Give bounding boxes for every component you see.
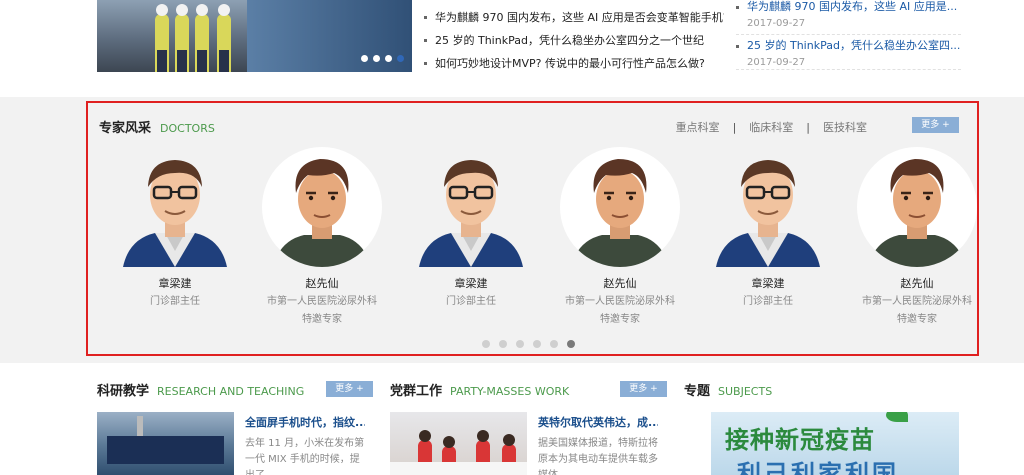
glasses-man-svg [123,160,227,267]
slider-worker [217,4,231,72]
ship-mast-shape [137,416,143,438]
research-title: 科研教学 [97,384,150,399]
research-news-item[interactable]: 全面屏手机时代，指纹... 去年 11 月，小米在发布第一代 MIX 手机的时候… [97,412,372,475]
doctor-title-secondary: 特邀专家 [600,314,640,325]
doctor-title-secondary: 特邀专家 [897,314,937,325]
slider-dots [361,55,404,62]
research-news-desc: 去年 11 月，小米在发布第一代 MIX 手机的时候，提出了 [245,438,365,475]
doctor-card[interactable]: 赵先仙 市第一人民医院泌尿外科 特邀专家 [546,147,694,327]
pager-dot[interactable] [533,340,541,348]
doctor-card[interactable]: 赵先仙 市第一人民医院泌尿外科 特邀专家 [843,147,991,327]
slider-dot-active[interactable] [397,55,404,62]
research-news-thumbnail[interactable] [97,412,234,475]
doctor-name: 赵先仙 [603,277,637,290]
slider-worker [195,4,209,72]
party-title: 党群工作 [390,384,443,399]
ship-shape [107,436,224,464]
doctors-heading: 专家风采 DOCTORS [99,117,215,136]
party-news-item[interactable]: 英特尔取代英伟达，成... 据美国媒体报道，特斯拉将原本为其电动车提供车载多媒体 [390,412,665,475]
glasses-man-avatar-icon [411,147,531,267]
news-link[interactable]: 如何巧妙地设计MVP? 传说中的最小可行性产品怎么做? [424,52,724,75]
right-news-date: 2017-09-27 [747,18,806,29]
right-news-item: 25 岁的 ThinkPad，凭什么稳坐办公室四... 2017-09-27 [736,35,961,70]
right-news-list: 华为麒麟 970 国内发布，这些 AI 应用是... 2017-09-27 25… [736,0,961,70]
slider-worker [155,4,169,72]
doctor-name: 章梁建 [751,277,785,290]
vaccine-poster-banner[interactable]: 接种新冠疫苗 利己利家利国 [711,412,959,475]
research-subtitle: RESEARCH AND TEACHING [157,385,305,398]
doctor-name: 赵先仙 [305,277,339,290]
doctor-title: 门诊部主任 [446,296,496,307]
party-more-button[interactable]: 更多 + [620,381,667,397]
doctor-title: 门诊部主任 [743,296,793,307]
pager-dot[interactable] [482,340,490,348]
right-news-item: 华为麒麟 970 国内发布，这些 AI 应用是... 2017-09-27 [736,0,961,35]
doctor-title: 市第一人民医院泌尿外科 [565,296,675,307]
paper-shape [390,462,527,475]
pager-dot-active[interactable] [567,340,575,348]
slider-worker [175,4,189,72]
doctors-section: 专家风采 DOCTORS 重点科室 | 临床科室 | 医技科室 更多 + 章梁建… [86,101,979,356]
news-link[interactable]: 华为麒麟 970 国内发布，这些 AI 应用是否会变革智能手机? [424,6,724,29]
poster-line-1: 接种新冠疫苗 [725,426,875,454]
doctors-tabs: 重点科室 | 临床科室 | 医技科室 [676,119,867,135]
doctor-name: 章梁建 [454,277,488,290]
research-more-button[interactable]: 更多 + [326,381,373,397]
young-man-svg [273,159,371,267]
doctor-card[interactable]: 章梁建 门诊部主任 [397,147,545,309]
doctor-title: 市第一人民医院泌尿外科 [862,296,972,307]
doctor-name: 赵先仙 [900,277,934,290]
pager-dot[interactable] [499,340,507,348]
young-man-avatar-icon [262,147,382,267]
doctor-name: 章梁建 [158,277,192,290]
glasses-man-avatar-icon [708,147,828,267]
doctor-card[interactable]: 赵先仙 市第一人民医院泌尿外科 特邀专家 [248,147,396,327]
research-news-title[interactable]: 全面屏手机时代，指纹... [245,414,365,430]
party-news-thumbnail[interactable] [390,412,527,475]
top-news-list: 华为麒麟 970 国内发布，这些 AI 应用是否会变革智能手机? 25 岁的 T… [424,6,724,75]
news-slider-image[interactable] [97,0,412,72]
subjects-title: 专题 [684,384,711,399]
slider-dot[interactable] [373,55,380,62]
young-man-avatar-icon [560,147,680,267]
slider-dot[interactable] [361,55,368,62]
right-news-title[interactable]: 25 岁的 ThinkPad，凭什么稳坐办公室四... [736,39,961,53]
young-man-svg [571,159,669,267]
doctors-title: 专家风采 [99,121,152,136]
tab-key-departments[interactable]: 重点科室 [676,119,720,135]
tab-separator: | [806,120,810,134]
doctors-subtitle: DOCTORS [160,122,215,135]
doctor-title: 门诊部主任 [150,296,200,307]
doctor-card[interactable]: 章梁建 门诊部主任 [101,147,249,309]
news-link[interactable]: 25 岁的 ThinkPad，凭什么稳坐办公室四分之一个世纪 [424,29,724,52]
doctors-more-button[interactable]: 更多 + [912,117,959,133]
glasses-man-svg [716,160,820,267]
slider-dot[interactable] [385,55,392,62]
doctor-card[interactable]: 章梁建 门诊部主任 [694,147,842,309]
right-news-title[interactable]: 华为麒麟 970 国内发布，这些 AI 应用是... [736,0,961,14]
pager-dot[interactable] [516,340,524,348]
young-man-avatar-icon [857,147,977,267]
party-subtitle: PARTY-MASSES WORK [450,385,570,398]
glasses-man-avatar-icon [115,147,235,267]
young-man-svg [868,159,966,267]
top-section: 华为麒麟 970 国内发布，这些 AI 应用是否会变革智能手机? 25 岁的 T… [0,0,1024,97]
right-news-date: 2017-09-27 [747,57,806,68]
party-news-desc: 据美国媒体报道，特斯拉将原本为其电动车提供车载多媒体 [538,438,658,475]
subjects-column: 专题 SUBJECTS [684,380,959,400]
doctor-title-secondary: 特邀专家 [302,314,342,325]
leaf-icon [886,412,908,422]
pager-dot[interactable] [550,340,558,348]
doctors-carousel: 章梁建 门诊部主任 赵先仙 市第一人民医院泌尿外科 特邀专家 章梁建 门诊部主任… [101,147,977,332]
subjects-heading: 专题 SUBJECTS [684,380,959,400]
tab-clinical-departments[interactable]: 临床科室 [749,119,793,135]
party-news-title[interactable]: 英特尔取代英伟达，成... [538,414,658,430]
tab-separator: | [732,120,737,134]
doctor-title: 市第一人民医院泌尿外科 [267,296,377,307]
glasses-man-svg [419,160,523,267]
carousel-pager [482,340,575,348]
subjects-subtitle: SUBJECTS [718,385,773,398]
tab-medical-tech-departments[interactable]: 医技科室 [823,119,867,135]
poster-line-2: 利己利家利国 [737,460,899,475]
